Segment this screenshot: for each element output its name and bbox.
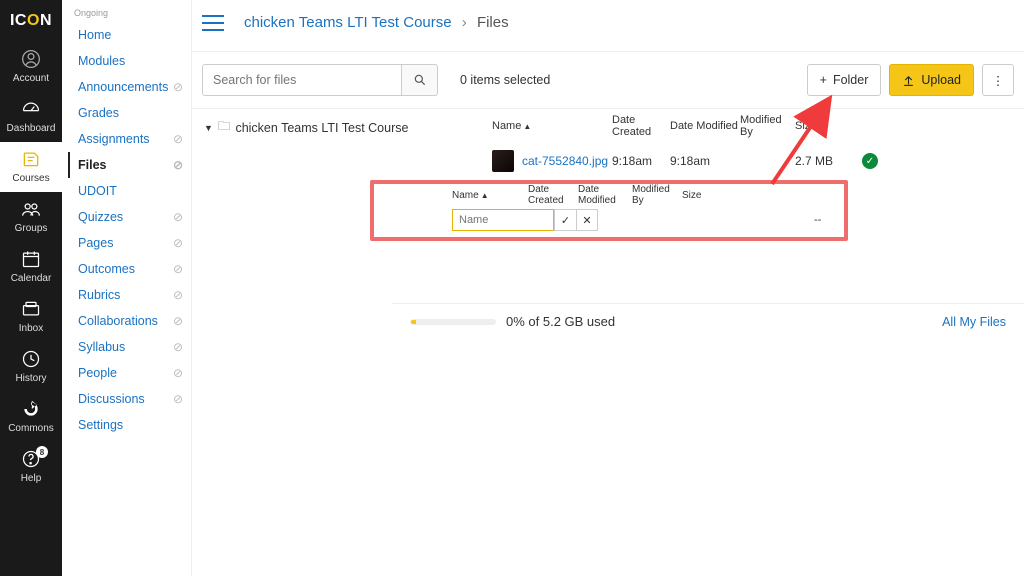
kebab-icon: ⋮ xyxy=(992,73,1005,88)
hidden-icon: ⊘ xyxy=(173,132,183,146)
quota-text: 0% of 5.2 GB used xyxy=(506,314,615,329)
groups-icon xyxy=(19,198,43,220)
nav-calendar[interactable]: Calendar xyxy=(0,242,62,292)
file-date-created: 9:18am xyxy=(612,154,670,168)
cn-outcomes[interactable]: Outcomes⊘ xyxy=(74,256,191,282)
published-icon[interactable]: ✓ xyxy=(862,153,878,169)
hidden-icon: ⊘ xyxy=(173,366,183,380)
file-name[interactable]: cat-7552840.jpg xyxy=(522,154,608,168)
new-folder-callout: Name▲ Date Created Date Modified Modifie… xyxy=(370,180,848,241)
file-date-modified: 9:18am xyxy=(670,154,740,168)
callout-headers: Name▲ Date Created Date Modified Modifie… xyxy=(374,184,844,206)
col-size[interactable]: Size xyxy=(795,120,855,132)
cn-quizzes[interactable]: Quizzes⊘ xyxy=(74,204,191,230)
upload-icon xyxy=(902,74,915,87)
cn-home[interactable]: Home xyxy=(74,22,191,48)
cn-collaborations[interactable]: Collaborations⊘ xyxy=(74,308,191,334)
nav-account[interactable]: Account xyxy=(0,42,62,92)
breadcrumb: chicken Teams LTI Test Course › Files xyxy=(244,14,509,31)
files-toolbar: 0 items selected + Folder Upload ⋮ xyxy=(192,52,1024,108)
col-date-modified[interactable]: Date Modified xyxy=(670,120,740,132)
upload-button[interactable]: Upload xyxy=(889,64,974,96)
file-thumbnail xyxy=(492,150,514,172)
search-wrap xyxy=(202,64,438,96)
storage-quota: 0% of 5.2 GB used xyxy=(410,314,615,329)
nav-inbox[interactable]: Inbox xyxy=(0,292,62,342)
quota-bar xyxy=(410,319,496,325)
nav-dashboard[interactable]: Dashboard xyxy=(0,92,62,142)
column-headers: Name▲ Date Created Date Modified Modifie… xyxy=(452,109,1024,143)
course-nav: Ongoing Home Modules Announcements⊘ Grad… xyxy=(62,0,192,576)
disclosure-icon: ▼ xyxy=(204,123,213,133)
cn-rubrics[interactable]: Rubrics⊘ xyxy=(74,282,191,308)
cn-people[interactable]: People⊘ xyxy=(74,360,191,386)
cn-udoit[interactable]: UDOIT xyxy=(74,178,191,204)
breadcrumb-bar: chicken Teams LTI Test Course › Files xyxy=(192,0,1024,52)
hidden-icon: ⊘ xyxy=(173,80,183,94)
tree-root[interactable]: ▼ 🗀 chicken Teams LTI Test Course xyxy=(204,117,440,138)
nav-help[interactable]: 8 Help xyxy=(0,442,62,492)
hidden-icon: ⊘ xyxy=(173,392,183,406)
new-folder-row: ✓ ✕ -- xyxy=(374,206,844,234)
search-input[interactable] xyxy=(202,64,402,96)
commons-icon xyxy=(19,398,43,420)
folder-icon: 🗀 xyxy=(218,117,231,138)
history-icon xyxy=(19,348,43,370)
help-badge: 8 xyxy=(36,446,48,458)
sort-asc-icon: ▲ xyxy=(523,122,531,131)
brand-logo: ICON xyxy=(0,0,62,42)
hidden-icon: ⊘ xyxy=(173,158,183,172)
global-nav: ICON Account Dashboard Courses Groups xyxy=(0,0,62,576)
file-size: 2.7 MB xyxy=(795,154,855,168)
sort-asc-icon: ▲ xyxy=(481,191,489,200)
col-name[interactable]: Name▲ xyxy=(452,120,612,132)
more-options-button[interactable]: ⋮ xyxy=(982,64,1014,96)
add-folder-button[interactable]: + Folder xyxy=(807,64,882,96)
all-my-files-link[interactable]: All My Files xyxy=(942,315,1006,329)
hidden-icon: ⊘ xyxy=(173,210,183,224)
col-modified-by[interactable]: Modified By xyxy=(740,114,795,138)
hidden-icon: ⊘ xyxy=(173,236,183,250)
selection-count: 0 items selected xyxy=(460,73,550,87)
cn-grades[interactable]: Grades xyxy=(74,100,191,126)
cn-discussions[interactable]: Discussions⊘ xyxy=(74,386,191,412)
main-content: chicken Teams LTI Test Course › Files 0 … xyxy=(192,0,1024,576)
plus-icon: + xyxy=(820,73,827,87)
col-date-created[interactable]: Date Created xyxy=(612,114,670,138)
new-folder-size: -- xyxy=(814,214,821,226)
file-area: ▼ 🗀 chicken Teams LTI Test Course Name▲ … xyxy=(192,108,1024,576)
account-icon xyxy=(19,48,43,70)
file-row[interactable]: cat-7552840.jpg 9:18am 9:18am 2.7 MB ✓ xyxy=(452,143,1024,179)
breadcrumb-course[interactable]: chicken Teams LTI Test Course xyxy=(244,14,452,31)
cancel-folder-button[interactable]: ✕ xyxy=(576,209,598,231)
cn-announcements[interactable]: Announcements⊘ xyxy=(74,74,191,100)
cn-modules[interactable]: Modules xyxy=(74,48,191,74)
cn-pages[interactable]: Pages⊘ xyxy=(74,230,191,256)
dashboard-icon xyxy=(19,98,43,120)
cn-assignments[interactable]: Assignments⊘ xyxy=(74,126,191,152)
nav-courses[interactable]: Courses xyxy=(0,142,62,192)
hidden-icon: ⊘ xyxy=(173,340,183,354)
course-nav-header: Ongoing xyxy=(74,8,191,18)
hidden-icon: ⊘ xyxy=(173,314,183,328)
new-folder-name-input[interactable] xyxy=(452,209,554,231)
inbox-icon xyxy=(19,298,43,320)
hamburger-icon[interactable] xyxy=(202,15,224,31)
hidden-icon: ⊘ xyxy=(173,288,183,302)
nav-groups[interactable]: Groups xyxy=(0,192,62,242)
confirm-folder-button[interactable]: ✓ xyxy=(554,209,576,231)
courses-icon xyxy=(19,148,43,170)
footer-bar: 0% of 5.2 GB used All My Files xyxy=(392,303,1024,339)
search-button[interactable] xyxy=(402,64,438,96)
hidden-icon: ⊘ xyxy=(173,262,183,276)
cn-syllabus[interactable]: Syllabus⊘ xyxy=(74,334,191,360)
cn-files[interactable]: Files⊘ xyxy=(68,152,191,178)
breadcrumb-leaf: Files xyxy=(477,14,509,31)
calendar-icon xyxy=(19,248,43,270)
nav-commons[interactable]: Commons xyxy=(0,392,62,442)
cn-settings[interactable]: Settings xyxy=(74,412,191,438)
nav-history[interactable]: History xyxy=(0,342,62,392)
